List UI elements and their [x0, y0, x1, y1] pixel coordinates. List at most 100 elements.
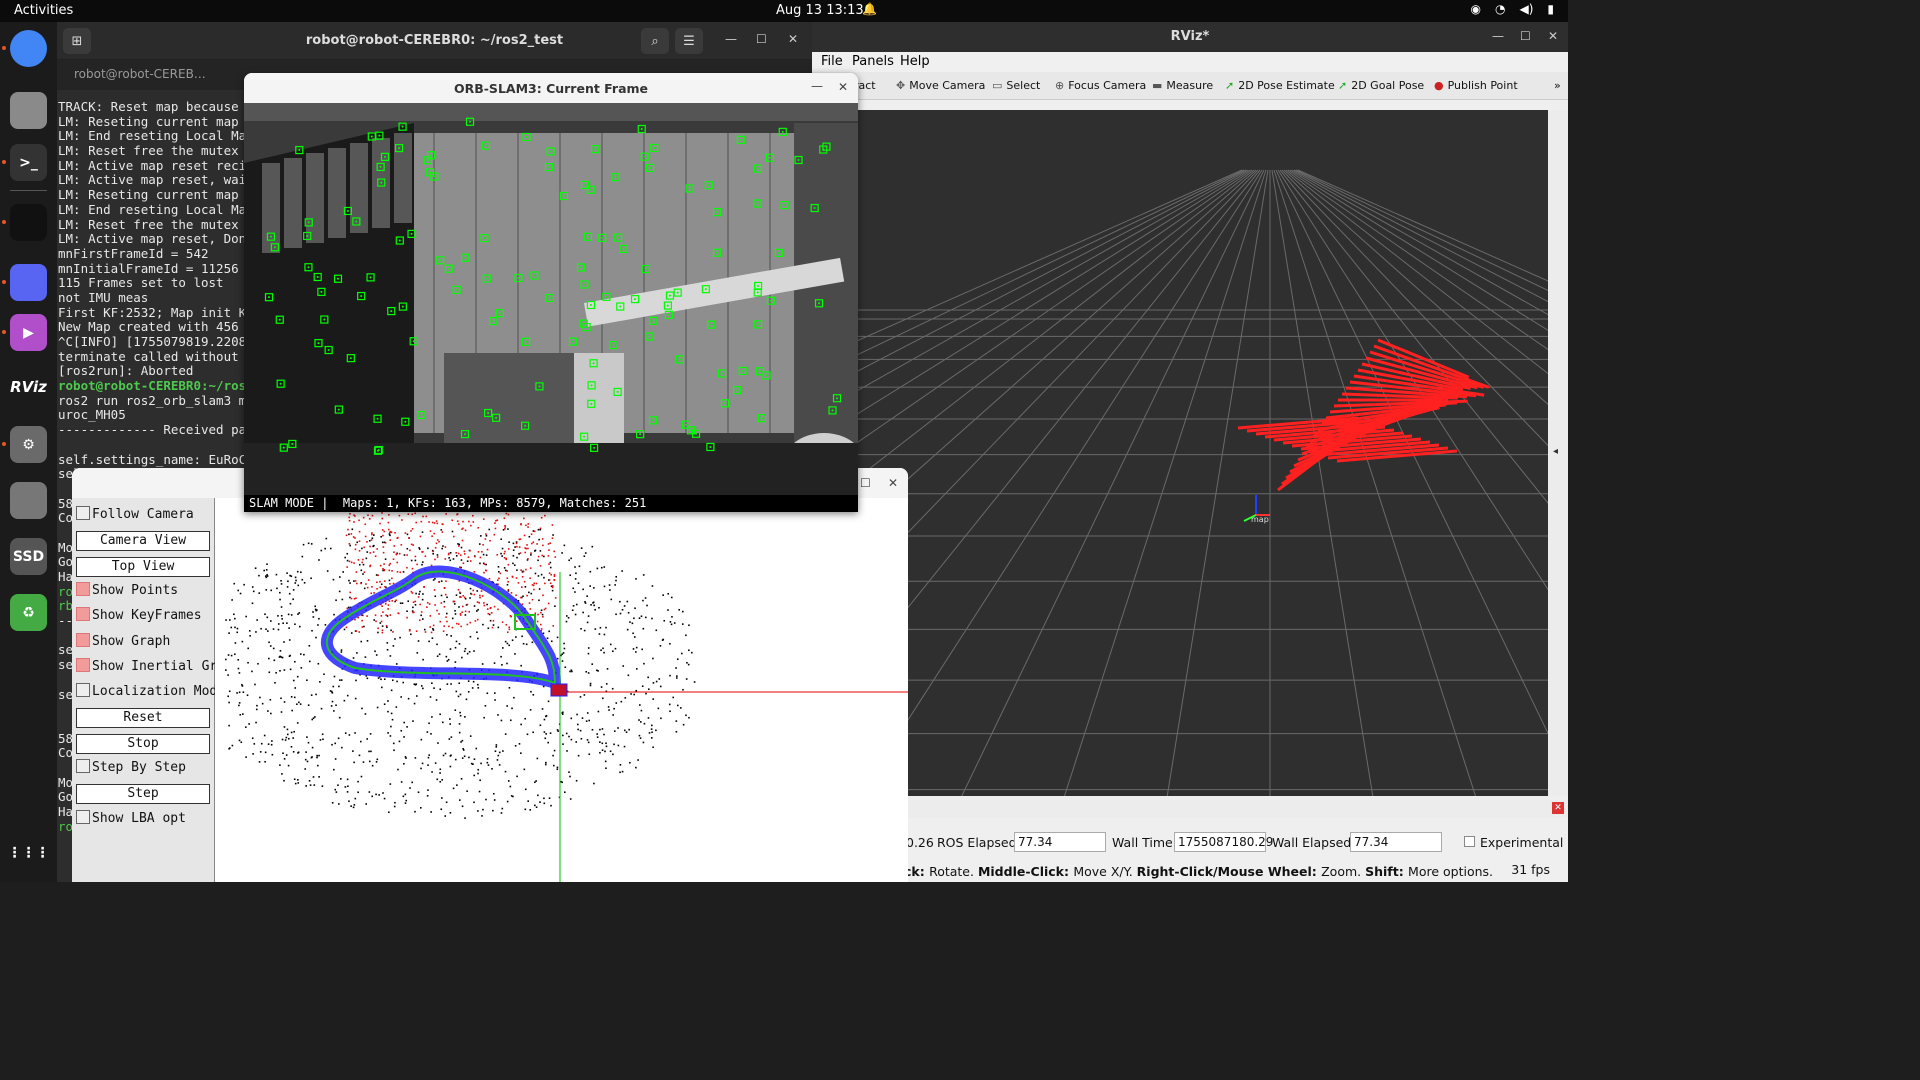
show-points-checkbox[interactable]: Show Points [76, 581, 179, 598]
tool-measure[interactable]: ▬ Measure [1152, 79, 1213, 92]
rviz-3d-view[interactable]: map [858, 110, 1548, 796]
show-graph-checkbox[interactable]: Show Graph [76, 632, 170, 649]
chrome-icon[interactable] [10, 30, 47, 67]
ssd-icon[interactable]: SSD [10, 538, 47, 575]
rviz-close-button[interactable]: ✕ [1548, 29, 1558, 43]
cube-app-icon[interactable] [10, 204, 47, 241]
files-icon[interactable] [10, 92, 47, 129]
app-grid-icon[interactable]: ⋮⋮⋮ [8, 834, 50, 871]
terminal-icon[interactable]: >_ [10, 144, 47, 181]
ros-elapsed-label: ROS Elapsed: [937, 835, 1021, 850]
settings-icon[interactable]: ⚙ [10, 426, 47, 463]
wall-elapsed-field[interactable]: 77.34 [1350, 832, 1442, 852]
camera-view-button[interactable]: Camera View [76, 531, 210, 552]
discord-icon[interactable] [10, 264, 47, 301]
checkbox-box[interactable] [76, 632, 90, 647]
tool-label: Move Camera [909, 79, 986, 92]
tool-label: Publish Point [1447, 79, 1518, 92]
tool-focus-camera[interactable]: ⊕ Focus Camera [1055, 79, 1146, 92]
disk-icon[interactable] [10, 482, 47, 519]
collapse-arrow-icon[interactable]: ◂ [1553, 446, 1558, 457]
show-keyframes-checkbox[interactable]: Show KeyFrames [76, 607, 202, 623]
rviz-splitter[interactable]: ✕ [812, 800, 1568, 818]
checkbox-box[interactable] [76, 683, 90, 698]
frame-title: ORB-SLAM3: Current Frame [453, 81, 649, 96]
minimize-button[interactable]: — [725, 32, 737, 46]
checkbox-box[interactable] [76, 657, 90, 672]
stop-button[interactable]: Stop [76, 733, 210, 754]
tool-select[interactable]: ▭ Select [992, 79, 1040, 92]
search-icon[interactable]: ⌕ [641, 28, 669, 54]
hamburger-menu-icon[interactable]: ☰ [675, 28, 703, 54]
map-point-cloud [225, 512, 908, 882]
hint-move: Move X/Y. [1073, 864, 1137, 879]
dock-separator [10, 190, 47, 191]
wall-time-field[interactable]: 1755087180.29 [1174, 832, 1273, 852]
checkbox-box[interactable] [76, 581, 90, 596]
time-panel: 0.26 ROS Elapsed: 77.34 Wall Time: 17550… [812, 828, 1568, 856]
close-panel-icon[interactable]: ✕ [1552, 802, 1564, 814]
rviz-grid: map [858, 169, 1548, 796]
arrow-icon: ➚ [1225, 79, 1235, 92]
rviz-maximize-button[interactable]: ☐ [1520, 29, 1531, 43]
show-lba-opt-checkbox[interactable]: Show LBA opt [76, 809, 186, 826]
map-maximize-button[interactable]: ☐ [860, 476, 871, 490]
slam-status-bar: SLAM MODE | Maps: 1, KFs: 163, MPs: 8579… [244, 495, 858, 512]
localization-mode-checkbox[interactable]: Localization Mode [76, 683, 225, 699]
wifi-icon[interactable]: ◔ [1495, 2, 1505, 16]
tool-2d-pose-estimate[interactable]: ➚ 2D Pose Estimate [1225, 79, 1335, 92]
fps-readout: 31 fps [1511, 862, 1550, 877]
checkbox-box[interactable] [76, 759, 90, 773]
checkbox-box[interactable] [76, 809, 90, 824]
tool-publish-point[interactable]: ● Publish Point [1434, 79, 1518, 92]
close-button[interactable]: ✕ [788, 32, 798, 46]
hint-middle-click: Middle-Click: [977, 864, 1074, 879]
experimental-checkbox[interactable] [1464, 836, 1475, 847]
map-view-canvas[interactable] [215, 498, 908, 882]
frame-titlebar[interactable]: ORB-SLAM3: Current Frame — ✕ [244, 73, 858, 103]
clock[interactable]: Aug 13 13:13 [776, 3, 864, 18]
checkbox-label: Show Points [92, 582, 179, 598]
tool-label: 2D Pose Estimate [1238, 79, 1335, 92]
checkbox-label: Step By Step [92, 760, 186, 775]
volume-icon[interactable]: ◀) [1519, 2, 1533, 16]
notification-bell-icon[interactable]: 🔔 [862, 2, 877, 16]
running-indicator [2, 330, 6, 334]
step-button[interactable]: Step [76, 784, 210, 805]
menu-file[interactable]: File [821, 54, 843, 69]
orb-map-viewer-window: ☐ ✕ Follow Camera Camera View Top View Show… [72, 468, 908, 882]
rviz-icon[interactable]: RViz [10, 368, 47, 405]
frame-close-button[interactable]: ✕ [838, 80, 848, 94]
maximize-button[interactable]: ☐ [756, 32, 767, 46]
system-tray[interactable]: ◉ ◔ ◀) ▮ [1471, 2, 1555, 16]
wall-time-label: Wall Time: [1112, 835, 1177, 850]
top-view-button[interactable]: Top View [76, 556, 210, 577]
terminal-titlebar[interactable]: ⊞ robot@robot-CEREBR0: ~/ros2_test ⌕ ☰ —… [57, 22, 812, 60]
checkbox-box[interactable] [76, 607, 90, 622]
step-by-step-checkbox[interactable]: Step By Step [76, 759, 186, 775]
trash-icon[interactable]: ♻ [10, 594, 47, 631]
activities-button[interactable]: Activities [14, 3, 73, 18]
map-frame-label: map [1251, 515, 1269, 524]
map-close-button[interactable]: ✕ [888, 476, 898, 490]
terminal-tab[interactable]: robot@robot-CEREB… [63, 60, 243, 90]
media-player-icon[interactable]: ▶ [10, 314, 47, 351]
tool-move-camera[interactable]: ✥ Move Camera [896, 79, 985, 92]
ros-elapsed-field[interactable]: 77.34 [1014, 832, 1106, 852]
tool-icon: ▭ [992, 79, 1003, 92]
rviz-titlebar[interactable]: RViz* — ☐ ✕ [812, 22, 1568, 52]
menu-help[interactable]: Help [900, 54, 930, 69]
battery-icon[interactable]: ▮ [1547, 2, 1554, 16]
checkbox-box[interactable] [76, 506, 90, 520]
hint-zoom: Zoom. [1321, 864, 1366, 879]
rviz-right-collapse[interactable]: ◂ [1548, 110, 1568, 796]
rviz-menubar: File Panels Help [812, 52, 1568, 72]
frame-minimize-button[interactable]: — [811, 79, 823, 93]
tool-2d-goal-pose[interactable]: ➚ 2D Goal Pose [1338, 79, 1424, 92]
toolbar-overflow-icon[interactable]: » [1554, 79, 1561, 92]
reset-button[interactable]: Reset [76, 708, 210, 729]
follow-camera-checkbox[interactable]: Follow Camera [76, 506, 194, 522]
rviz-minimize-button[interactable]: — [1492, 29, 1504, 43]
menu-panels[interactable]: Panels [852, 54, 894, 69]
discord-tray-icon[interactable]: ◉ [1471, 2, 1481, 16]
